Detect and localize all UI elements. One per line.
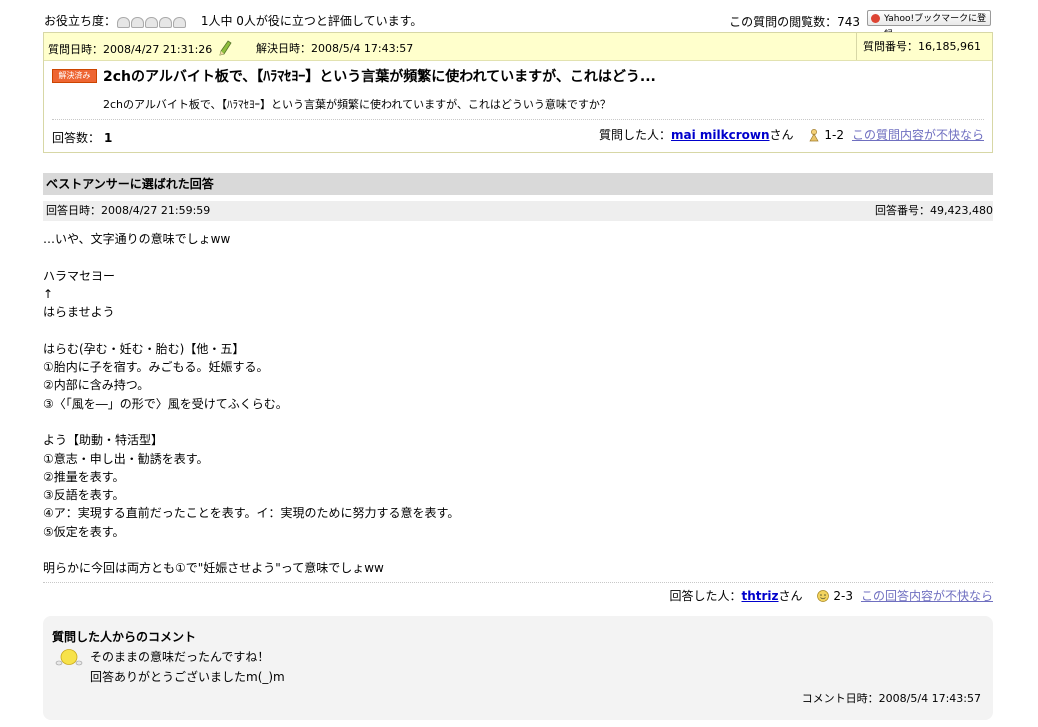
asker-label: 質問した人：	[599, 128, 672, 142]
grade-icon	[817, 590, 830, 602]
solved-time: 解決日時：2008/5/4 17:43:57	[256, 42, 414, 55]
answer-line: ③〈「風を―」の形で〉風を受けてふくらむ。	[43, 396, 288, 411]
question-box: 質問日時：2008/4/27 21:31:26 解決日時：2008/5/4 17…	[43, 32, 993, 153]
answer-time: 回答日時：2008/4/27 21:59:59	[46, 204, 211, 217]
asker-comment-box: 質問した人からのコメント そのままの意味だったんですね！ 回答ありがとうございま…	[43, 616, 993, 720]
usefulness-label: お役立ち度：	[44, 14, 117, 28]
question-number: 質問番号：16,185,961	[856, 33, 992, 60]
answer-line: よう【助動・特活型】	[43, 433, 164, 448]
asker-info: 質問した人：mai milkcrownさん 1-2 この質問内容が不快なら	[599, 126, 984, 143]
answer-line: ②内部に含み持つ。	[43, 378, 150, 393]
answer-line: ハラマセヨー	[43, 268, 116, 283]
answer-line: ③反語を表す。	[43, 488, 125, 503]
answer-body: …いや、文字通りの意味でしょww ハラマセヨー ↑ はらませよう はらむ(孕む・…	[43, 230, 993, 578]
report-question-link[interactable]: この質問内容が不快なら	[852, 128, 984, 142]
answer-line: …いや、文字通りの意味でしょww	[43, 232, 231, 246]
comment-title: 質問した人からのコメント	[52, 630, 197, 644]
rating-star-icon[interactable]	[131, 16, 145, 28]
grade-icon	[809, 129, 819, 142]
divider	[43, 582, 993, 583]
answer-line: 明らかに今回は両方とも①で"妊娠させよう"って意味でしょww	[43, 561, 384, 576]
answerer-info: 回答した人：thtrizさん 2-3 この回答内容が不快なら	[669, 587, 993, 604]
question-title: 2chのアルバイト板で、【ﾊﾗﾏｾﾖｰ】という言葉が頻繁に使われていますが、これ…	[103, 69, 656, 85]
answerer-grade: 2-3	[833, 589, 853, 603]
comment-line: 回答ありがとうございましたm(_)m	[90, 670, 285, 684]
divider	[52, 119, 984, 120]
question-body: 2chのアルバイト板で、【ﾊﾗﾏｾﾖｰ】という言葉が頻繁に使われていますが、これ…	[103, 98, 611, 111]
solved-badge: 解決済み	[52, 69, 97, 83]
yahoo-bookmark-button[interactable]: Yahoo!ブックマークに登録	[867, 10, 991, 40]
rating-star-icon[interactable]	[159, 16, 173, 28]
answer-line: ⑤仮定を表す。	[43, 524, 125, 539]
asker-link[interactable]: mai milkcrown	[671, 128, 770, 142]
answer-line	[43, 413, 993, 431]
top-bar: お役立ち度： 1人中 0人が役に立つと評価しています。 この質問の閲覧数：743…	[44, 8, 994, 40]
view-count: この質問の閲覧数：743	[729, 15, 860, 29]
question-time: 質問日時：2008/4/27 21:31:26	[48, 40, 232, 57]
answer-line: ①意志・申し出・勧誘を表す。	[43, 451, 209, 466]
answer-line	[43, 248, 993, 266]
answer-line: ④ア：実現する直前だったことを表す。イ：実現のために努力する意を表す。	[43, 506, 460, 521]
answer-info-bar: 回答日時：2008/4/27 21:59:59 回答番号：49,423,480	[43, 201, 993, 221]
answer-line	[43, 541, 993, 559]
answer-line: ↑	[43, 286, 54, 301]
smiley-face-icon	[55, 649, 83, 666]
asker-suffix: さん	[769, 128, 794, 142]
answer-line: ②推量を表す。	[43, 469, 125, 484]
answer-count-label: 回答数：	[52, 131, 101, 145]
answer-count: 回答数： 1	[52, 129, 112, 146]
usefulness-rating: お役立ち度： 1人中 0人が役に立つと評価しています。	[44, 12, 422, 29]
answer-line: はらむ(孕む・妊む・胎む)【他・五】	[43, 341, 245, 356]
asker-grade: 1-2	[824, 128, 844, 142]
answer-number: 回答番号：49,423,480	[875, 204, 993, 217]
answerer-label: 回答した人：	[669, 589, 742, 603]
question-header: 質問日時：2008/4/27 21:31:26 解決日時：2008/5/4 17…	[44, 33, 992, 61]
rating-star-icon[interactable]	[145, 16, 159, 28]
answer-line: はらませよう	[43, 305, 115, 320]
usefulness-text: 1人中 0人が役に立つと評価しています。	[200, 14, 423, 28]
answerer-link[interactable]: thtriz	[742, 589, 779, 603]
rating-star-icon[interactable]	[117, 16, 131, 28]
answer-count-value: 1	[104, 131, 113, 145]
comment-line: そのままの意味だったんですね！	[90, 650, 270, 664]
comment-time: コメント日時：2008/5/4 17:43:57	[801, 692, 981, 705]
pencil-icon	[219, 40, 232, 56]
best-answer-heading: ベストアンサーに選ばれた回答	[43, 173, 993, 195]
rating-star-icon[interactable]	[173, 16, 187, 28]
answer-line	[43, 321, 993, 339]
yahoo-bookmark-icon	[871, 14, 880, 23]
answer-line: ①胎内に子を宿す。みごもる。妊娠する。	[43, 360, 269, 375]
rating-stars[interactable]	[117, 15, 187, 29]
question-time-text: 質問日時：2008/4/27 21:31:26	[48, 43, 213, 56]
report-answer-link[interactable]: この回答内容が不快なら	[861, 589, 993, 603]
answerer-suffix: さん	[778, 589, 803, 603]
